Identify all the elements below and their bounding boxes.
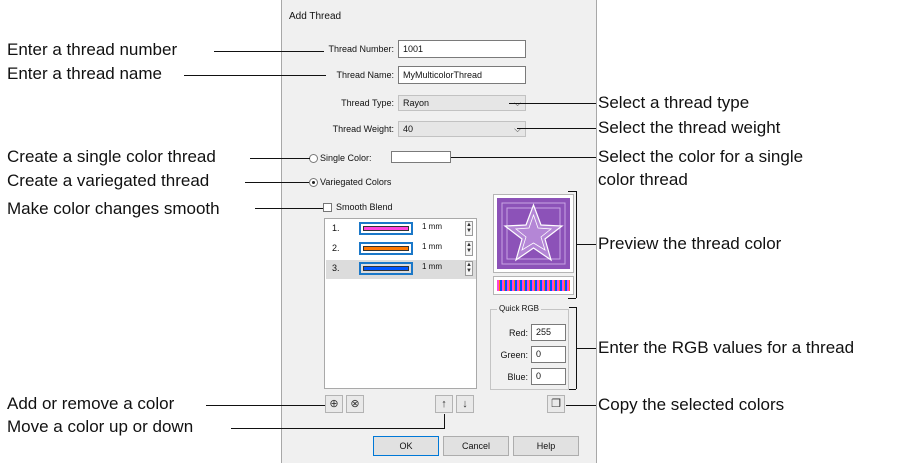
green-label: Green: bbox=[500, 350, 528, 360]
add-color-button[interactable]: ⊕ bbox=[325, 395, 343, 413]
arrow-up-icon: ↑ bbox=[441, 398, 447, 410]
leader-line bbox=[206, 405, 325, 406]
leader-line bbox=[444, 414, 445, 429]
chevron-down-icon: ⌵ bbox=[514, 124, 521, 134]
leader-line bbox=[566, 405, 596, 406]
leader-line bbox=[451, 157, 596, 158]
thread-type-select[interactable]: Rayon ⌵ bbox=[398, 95, 526, 111]
color-row-selected[interactable]: 3. 1 mm ▲ ▼ bbox=[326, 260, 476, 279]
star-preview-icon bbox=[497, 198, 570, 269]
color-swatch-fill bbox=[363, 226, 409, 231]
thread-number-input[interactable]: 1001 bbox=[398, 40, 526, 58]
thread-number-label: Thread Number: bbox=[328, 44, 394, 54]
length-stepper[interactable]: ▲ ▼ bbox=[465, 261, 473, 276]
remove-color-icon: ⊗ bbox=[350, 398, 360, 410]
copy-colors-button[interactable]: ❐ bbox=[547, 395, 565, 413]
leader-line bbox=[255, 208, 323, 209]
arrow-down-icon: ↓ bbox=[462, 398, 468, 410]
leader-line bbox=[231, 428, 444, 429]
leader-line bbox=[509, 103, 596, 104]
thread-type-value: Rayon bbox=[403, 98, 430, 108]
dialog-title: Add Thread bbox=[289, 11, 342, 22]
callout-rgb: Enter the RGB values for a thread bbox=[598, 338, 855, 357]
callout-preview: Preview the thread color bbox=[598, 234, 782, 253]
leader-line bbox=[517, 128, 596, 129]
leader-line bbox=[569, 307, 576, 308]
callout-thread-number: Enter a thread number bbox=[7, 40, 178, 59]
variegated-colors-radio[interactable] bbox=[309, 178, 318, 187]
ok-button[interactable]: OK bbox=[373, 436, 439, 456]
single-color-swatch[interactable] bbox=[391, 151, 451, 163]
leader-line bbox=[250, 158, 310, 159]
callout-add-remove: Add or remove a color bbox=[7, 394, 175, 413]
leader-line bbox=[569, 389, 576, 390]
help-button[interactable]: Help bbox=[513, 436, 579, 456]
thread-weight-label: Thread Weight: bbox=[332, 124, 394, 134]
color-row-number: 2. bbox=[332, 243, 340, 253]
leader-line bbox=[214, 51, 324, 52]
red-label: Red: bbox=[508, 328, 528, 338]
callout-color-single-1: Select the color for a single bbox=[598, 147, 804, 166]
color-length[interactable]: 1 mm bbox=[422, 242, 442, 251]
callout-thread-weight: Select the thread weight bbox=[598, 118, 781, 137]
color-row-number: 3. bbox=[332, 263, 340, 273]
color-swatch[interactable] bbox=[359, 242, 413, 255]
thread-preview bbox=[493, 194, 574, 273]
thread-name-input[interactable]: MyMulticolorThread bbox=[398, 66, 526, 84]
leader-line bbox=[568, 191, 576, 192]
add-color-icon: ⊕ bbox=[329, 398, 339, 410]
callout-move: Move a color up or down bbox=[7, 417, 194, 436]
smooth-blend-label: Smooth Blend bbox=[336, 202, 393, 212]
single-color-label: Single Color: bbox=[320, 153, 372, 163]
leader-line bbox=[576, 348, 596, 349]
thread-strip-colors bbox=[497, 280, 570, 291]
color-row-number: 1. bbox=[332, 223, 340, 233]
color-row[interactable]: 1. 1 mm ▲ ▼ bbox=[326, 220, 476, 239]
callout-smooth-blend: Make color changes smooth bbox=[7, 199, 220, 218]
color-list[interactable]: 1. 1 mm ▲ ▼ 2. 1 mm ▲ ▼ 3. 1 mm ▲ ▼ bbox=[324, 218, 477, 389]
callout-variegated: Create a variegated thread bbox=[7, 171, 210, 190]
leader-line bbox=[568, 298, 576, 299]
callout-single-color: Create a single color thread bbox=[7, 147, 216, 166]
color-swatch[interactable] bbox=[359, 222, 413, 235]
copy-icon: ❐ bbox=[551, 398, 561, 410]
color-length[interactable]: 1 mm bbox=[422, 262, 442, 271]
color-swatch[interactable] bbox=[359, 262, 413, 275]
callout-thread-type: Select a thread type bbox=[598, 93, 750, 112]
color-swatch-fill bbox=[363, 246, 409, 251]
callout-thread-name: Enter a thread name bbox=[7, 64, 162, 83]
smooth-blend-checkbox[interactable] bbox=[323, 203, 332, 212]
move-down-button[interactable]: ↓ bbox=[456, 395, 474, 413]
variegated-colors-label: Variegated Colors bbox=[320, 177, 392, 187]
leader-line bbox=[576, 244, 596, 245]
color-length[interactable]: 1 mm bbox=[422, 222, 442, 231]
callout-copy: Copy the selected colors bbox=[598, 395, 785, 414]
quick-rgb-label: Quick RGB bbox=[497, 304, 542, 313]
leader-line bbox=[184, 75, 326, 76]
length-stepper[interactable]: ▲ ▼ bbox=[465, 221, 473, 236]
thread-weight-select[interactable]: 40 ⌵ bbox=[398, 121, 526, 137]
thread-type-label: Thread Type: bbox=[341, 98, 394, 108]
blue-input[interactable]: 0 bbox=[531, 368, 566, 385]
thread-weight-value: 40 bbox=[403, 124, 414, 134]
thread-strip-preview bbox=[493, 276, 574, 295]
callout-color-single-2: color thread bbox=[598, 170, 688, 189]
length-stepper[interactable]: ▲ ▼ bbox=[465, 241, 473, 256]
color-swatch-fill bbox=[363, 266, 409, 271]
single-color-radio[interactable] bbox=[309, 154, 318, 163]
color-row[interactable]: 2. 1 mm ▲ ▼ bbox=[326, 240, 476, 259]
cancel-button[interactable]: Cancel bbox=[443, 436, 509, 456]
move-up-button[interactable]: ↑ bbox=[435, 395, 453, 413]
leader-line bbox=[245, 182, 309, 183]
blue-label: Blue: bbox=[507, 372, 528, 382]
red-input[interactable]: 255 bbox=[531, 324, 566, 341]
green-input[interactable]: 0 bbox=[531, 346, 566, 363]
remove-color-button[interactable]: ⊗ bbox=[346, 395, 364, 413]
